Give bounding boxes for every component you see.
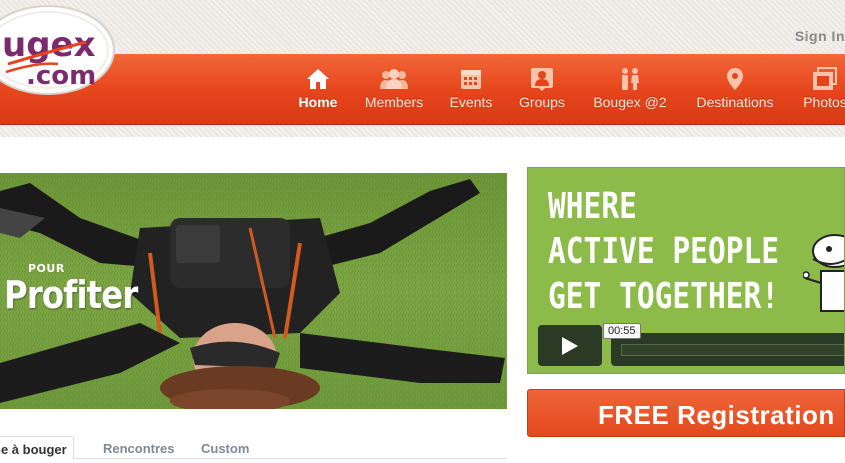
progress-track <box>621 344 844 356</box>
sign-in-link[interactable]: Sign In <box>795 28 845 44</box>
nav-item-home[interactable]: Home <box>296 66 340 114</box>
nav-item-label: Events <box>449 94 493 110</box>
mascot-illustration <box>803 234 844 312</box>
nav-item-label: Home <box>298 94 338 110</box>
hero-tabs: ne à bouger Rencontres Custom <box>0 436 507 459</box>
bougex-logo[interactable]: ugex .com <box>0 2 118 98</box>
main-navigation: Home Members Events Groups Bougex @2 Des… <box>0 54 845 125</box>
nav-item-label: Destinations <box>696 94 774 110</box>
free-registration-button[interactable]: FREE Registration <box>527 389 845 437</box>
nav-item-label: Photos <box>803 94 845 110</box>
nav-item-label: Members <box>364 94 424 110</box>
nav-item-members[interactable]: Members <box>360 66 428 114</box>
couple-icon <box>622 68 639 90</box>
map-pin-icon <box>727 68 743 90</box>
photos-icon <box>813 67 837 90</box>
calendar-icon <box>461 70 481 89</box>
hero-big-text: Profiter <box>4 273 138 317</box>
nav-item-photos[interactable]: Photos <box>798 66 845 114</box>
sub-band <box>0 125 845 137</box>
video-slogan: WHERE ACTIVE PEOPLE GET TOGETHER! <box>548 184 779 319</box>
hero-image[interactable]: POUR Profiter <box>0 173 507 409</box>
slogan-line: GET TOGETHER! <box>548 276 780 317</box>
nav-item-groups[interactable]: Groups <box>514 66 570 114</box>
play-icon <box>562 337 578 355</box>
nav-item-events[interactable]: Events <box>447 66 495 114</box>
nav-item-label: Groups <box>519 94 565 110</box>
nav-item-bougex-2[interactable]: Bougex @2 <box>588 66 672 114</box>
home-icon <box>307 69 329 89</box>
play-button[interactable] <box>538 325 602 366</box>
tab-rencontres[interactable]: Rencontres <box>103 436 175 457</box>
top-strip: Sign In <box>0 0 845 54</box>
nav-item-label: Bougex @2 <box>593 94 667 110</box>
slogan-line: ACTIVE PEOPLE <box>548 231 780 272</box>
tab-custom[interactable]: Custom <box>201 436 249 457</box>
video-progress-bar[interactable] <box>611 333 844 366</box>
tab-active[interactable]: ne à bouger <box>0 436 74 459</box>
video-time: 00:55 <box>603 323 641 339</box>
video-player[interactable]: WHERE ACTIVE PEOPLE GET TOGETHER! 00:55 <box>527 167 845 374</box>
nav-item-destinations[interactable]: Destinations <box>690 66 780 114</box>
groups-icon <box>531 68 553 91</box>
slogan-line: WHERE <box>548 186 637 227</box>
members-icon <box>380 69 408 89</box>
logo-text-top: ugex <box>2 25 96 65</box>
